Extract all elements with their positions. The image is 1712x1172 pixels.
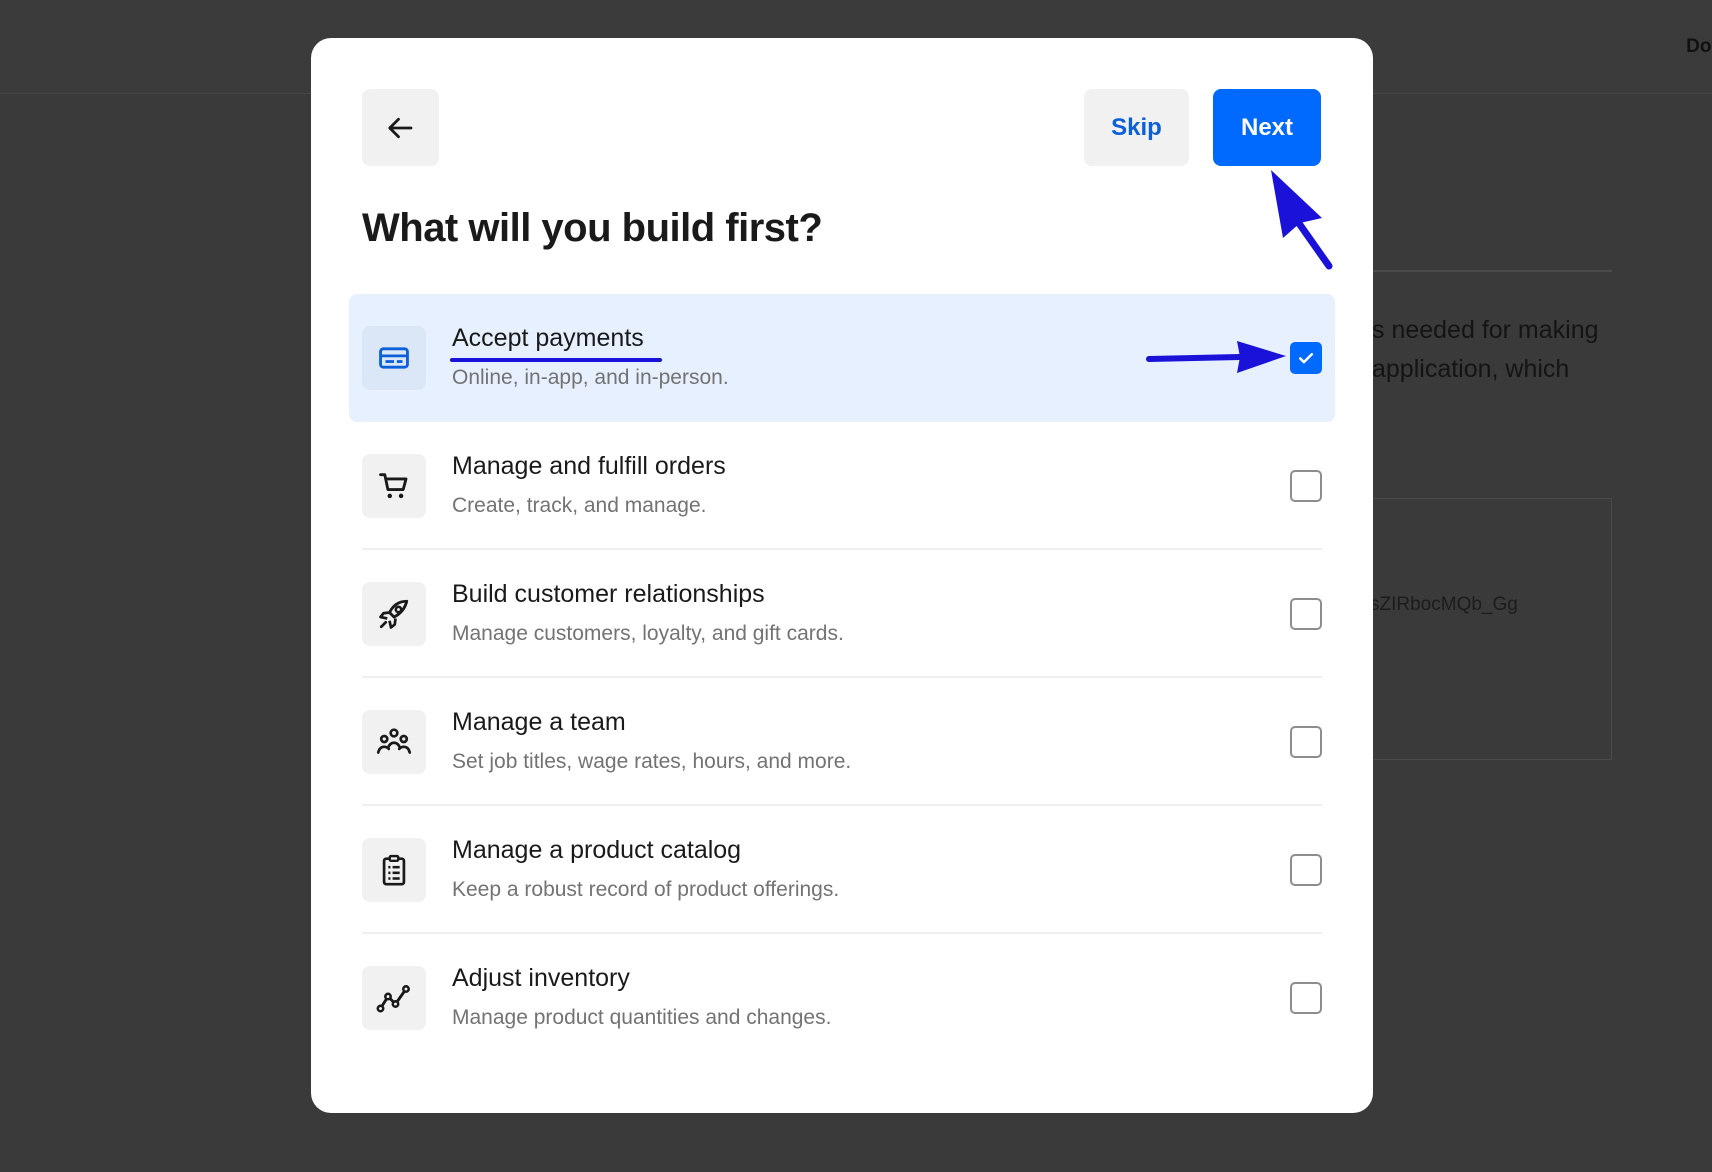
option-description: Online, in-app, and in-person. xyxy=(452,366,729,389)
option-description: Manage product quantities and changes. xyxy=(452,1006,832,1029)
background-token: sZIRbocMQb_Gg xyxy=(1370,594,1518,615)
option-description: Create, track, and manage. xyxy=(452,494,707,517)
onboarding-modal: Skip Next What will you build first? Acc… xyxy=(311,38,1373,1113)
option-manage-team[interactable]: Manage a team Set job titles, wage rates… xyxy=(349,678,1335,806)
clipboard-list-icon xyxy=(362,838,426,902)
option-checkbox[interactable] xyxy=(1290,598,1322,630)
background-docs-link: Doc xyxy=(1686,36,1712,57)
background-text-line-2: application, which xyxy=(1372,355,1570,383)
option-description: Keep a robust record of product offering… xyxy=(452,878,840,901)
modal-title: What will you build first? xyxy=(362,206,823,250)
option-description: Manage customers, loyalty, and gift card… xyxy=(452,622,844,645)
option-customer-relationships[interactable]: Build customer relationships Manage cust… xyxy=(349,550,1335,678)
background-divider xyxy=(1360,270,1612,272)
shopping-cart-icon xyxy=(362,454,426,518)
annotation-underline xyxy=(450,358,662,362)
next-button[interactable]: Next xyxy=(1213,89,1321,166)
back-button[interactable] xyxy=(362,89,439,166)
background-card xyxy=(1366,498,1612,760)
option-adjust-inventory[interactable]: Adjust inventory Manage product quantiti… xyxy=(349,934,1335,1062)
credit-card-icon xyxy=(362,326,426,390)
option-title: Build customer relationships xyxy=(452,580,765,608)
trend-line-icon xyxy=(362,966,426,1030)
skip-button[interactable]: Skip xyxy=(1084,89,1189,166)
option-checkbox[interactable] xyxy=(1290,854,1322,886)
option-title: Adjust inventory xyxy=(452,964,630,992)
background-text-line-1: s needed for making xyxy=(1372,316,1599,344)
option-product-catalog[interactable]: Manage a product catalog Keep a robust r… xyxy=(349,806,1335,934)
option-checkbox[interactable] xyxy=(1290,342,1322,374)
option-manage-orders[interactable]: Manage and fulfill orders Create, track,… xyxy=(349,422,1335,550)
options-list: Accept payments Online, in-app, and in-p… xyxy=(349,294,1335,1062)
option-checkbox[interactable] xyxy=(1290,726,1322,758)
option-checkbox[interactable] xyxy=(1290,982,1322,1014)
team-icon xyxy=(362,710,426,774)
option-accept-payments[interactable]: Accept payments Online, in-app, and in-p… xyxy=(349,294,1335,422)
option-title: Manage and fulfill orders xyxy=(452,452,726,480)
arrow-left-icon xyxy=(387,117,412,138)
option-checkbox[interactable] xyxy=(1290,470,1322,502)
checkmark-icon xyxy=(1298,353,1314,364)
rocket-icon xyxy=(362,582,426,646)
option-description: Set job titles, wage rates, hours, and m… xyxy=(452,750,852,773)
option-title: Accept payments xyxy=(452,324,644,352)
option-title: Manage a product catalog xyxy=(452,836,742,864)
option-title: Manage a team xyxy=(452,708,626,736)
